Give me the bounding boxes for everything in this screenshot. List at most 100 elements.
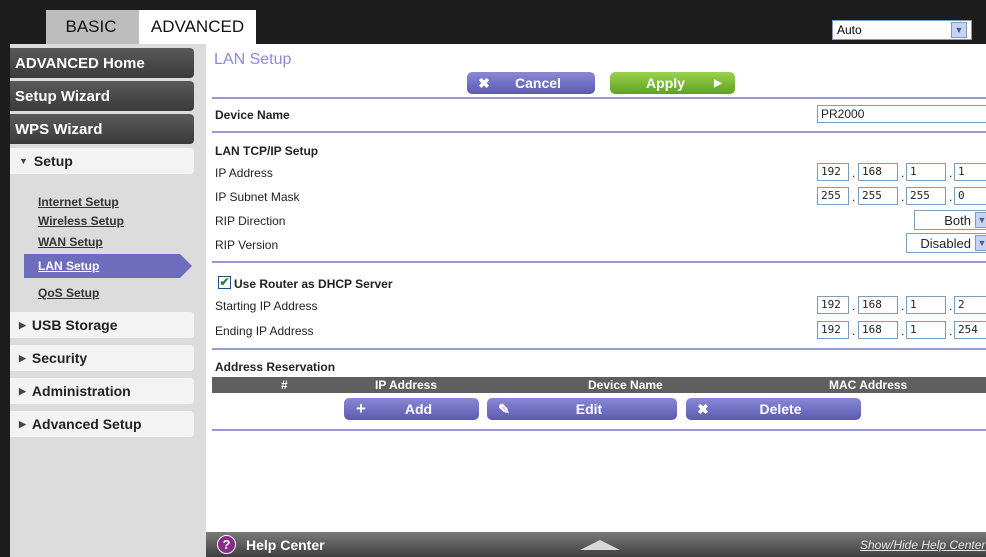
nav-security-label: Security xyxy=(31,350,88,366)
chevron-down-icon: ▼ xyxy=(975,212,986,228)
edit-button[interactable]: ✎ Edit xyxy=(487,398,677,420)
add-button-label: Add xyxy=(404,401,433,417)
column-header-mac-address: MAC Address xyxy=(829,378,908,392)
expand-arrow-icon[interactable] xyxy=(580,540,620,550)
pencil-icon: ✎ xyxy=(498,400,510,417)
starting-ip-octet-2[interactable]: 168 xyxy=(858,296,898,314)
nav-advanced-setup-label: Advanced Setup xyxy=(31,416,142,432)
starting-ip-octet-1[interactable]: 192 xyxy=(817,296,849,314)
dot-separator: . xyxy=(852,324,856,338)
nav-wan-setup[interactable]: WAN Setup xyxy=(38,235,103,249)
lan-section-title: LAN TCP/IP Setup xyxy=(215,144,319,158)
ending-ip-octet-4[interactable]: 254 xyxy=(954,321,986,339)
ending-ip-octet-1[interactable]: 192 xyxy=(817,321,849,339)
help-center-title: Help Center xyxy=(246,537,325,553)
delete-button[interactable]: ✖ Delete xyxy=(686,398,861,420)
nav-setup-label: Setup xyxy=(33,153,73,169)
nav-advanced-home[interactable]: ADVANCED Home xyxy=(10,48,194,78)
nav-setup-wizard[interactable]: Setup Wizard xyxy=(10,81,194,111)
nav-wireless-setup[interactable]: Wireless Setup xyxy=(38,214,124,228)
triangle-right-icon: ▶ xyxy=(19,319,26,330)
rip-version-select[interactable]: Disabled ▼ xyxy=(906,233,986,253)
rip-direction-select[interactable]: Both ▼ xyxy=(914,210,986,230)
dot-separator: . xyxy=(901,324,905,338)
dot-separator: . xyxy=(852,299,856,313)
nav-usb-storage[interactable]: ▶ USB Storage xyxy=(10,312,194,338)
nav-qos-setup[interactable]: QoS Setup xyxy=(38,286,99,300)
subnet-mask-octet-3[interactable]: 255 xyxy=(906,187,946,205)
page-title: LAN Setup xyxy=(214,51,292,68)
rip-direction-value: Both xyxy=(944,212,971,228)
reservation-table-header: # IP Address Device Name MAC Address xyxy=(212,377,986,393)
device-name-input[interactable]: PR2000 xyxy=(817,105,986,123)
rip-direction-label: RIP Direction xyxy=(215,214,286,228)
starting-ip-octet-4[interactable]: 2 xyxy=(954,296,986,314)
dot-separator: . xyxy=(852,190,856,204)
column-header-number: # xyxy=(281,378,288,392)
chevron-down-icon: ▼ xyxy=(951,22,967,38)
ending-ip-octet-3[interactable]: 1 xyxy=(906,321,946,339)
ending-ip-octet-2[interactable]: 168 xyxy=(858,321,898,339)
starting-ip-label: Starting IP Address xyxy=(215,299,318,313)
top-bar: BASIC ADVANCED Auto ▼ xyxy=(0,0,986,44)
nav-lan-setup[interactable]: LAN Setup xyxy=(38,259,99,273)
subnet-mask-octet-1[interactable]: 255 xyxy=(817,187,849,205)
cancel-button-label: Cancel xyxy=(515,75,561,91)
tab-advanced-label: ADVANCED xyxy=(150,17,245,36)
divider xyxy=(212,429,986,431)
cancel-button[interactable]: ✖ Cancel xyxy=(467,72,595,94)
address-reservation-title: Address Reservation xyxy=(215,360,336,374)
nav-advanced-setup[interactable]: ▶ Advanced Setup xyxy=(10,411,194,437)
divider xyxy=(212,261,986,263)
tab-basic-label: BASIC xyxy=(65,17,117,36)
rip-version-label: RIP Version xyxy=(215,238,279,252)
nav-setup[interactable]: ▼ Setup xyxy=(10,148,194,174)
nav-administration[interactable]: ▶ Administration xyxy=(10,378,194,404)
divider xyxy=(212,131,986,133)
nav-wps-wizard-label: WPS Wizard xyxy=(15,120,103,138)
arrow-right-icon: ▶ xyxy=(714,77,722,89)
ip-address-label: IP Address xyxy=(215,166,273,180)
ip-address-octet-2[interactable]: 168 xyxy=(858,163,898,181)
add-button[interactable]: + Add xyxy=(344,398,479,420)
ip-address-octet-3[interactable]: 1 xyxy=(906,163,946,181)
edit-button-label: Edit xyxy=(575,401,603,417)
nav-usb-storage-label: USB Storage xyxy=(31,317,118,333)
triangle-right-icon: ▶ xyxy=(19,385,26,396)
x-icon: ✖ xyxy=(697,400,709,417)
tab-advanced[interactable]: ADVANCED xyxy=(139,10,256,44)
language-select-value: Auto xyxy=(837,23,862,37)
triangle-down-icon: ▼ xyxy=(19,156,28,166)
nav-security[interactable]: ▶ Security xyxy=(10,345,194,371)
help-question-icon[interactable]: ? xyxy=(217,535,236,554)
x-icon: ✖ xyxy=(478,74,490,91)
column-header-device-name: Device Name xyxy=(588,378,663,392)
divider xyxy=(212,97,986,99)
dot-separator: . xyxy=(949,299,953,313)
subnet-mask-octet-4[interactable]: 0 xyxy=(954,187,986,205)
plus-icon: + xyxy=(356,399,366,418)
show-hide-help-link[interactable]: Show/Hide Help Center xyxy=(860,538,985,552)
dhcp-server-checkbox[interactable]: ✔ xyxy=(218,276,231,289)
rip-version-value: Disabled xyxy=(920,235,971,251)
dot-separator: . xyxy=(852,166,856,180)
nav-setup-wizard-label: Setup Wizard xyxy=(15,87,110,105)
column-header-ip-address: IP Address xyxy=(375,378,438,392)
nav-lan-setup-pointer xyxy=(180,254,192,278)
nav-internet-setup[interactable]: Internet Setup xyxy=(38,195,119,209)
nav-advanced-home-label: ADVANCED Home xyxy=(15,54,145,72)
ip-address-octet-4[interactable]: 1 xyxy=(954,163,986,181)
divider xyxy=(212,348,986,350)
ip-address-octet-1[interactable]: 192 xyxy=(817,163,849,181)
subnet-mask-label: IP Subnet Mask xyxy=(215,190,300,204)
apply-button[interactable]: Apply ▶ xyxy=(610,72,735,94)
nav-wps-wizard[interactable]: WPS Wizard xyxy=(10,114,194,144)
dot-separator: . xyxy=(901,299,905,313)
chevron-down-icon: ▼ xyxy=(975,235,986,251)
language-select[interactable]: Auto ▼ xyxy=(832,20,972,40)
subnet-mask-octet-2[interactable]: 255 xyxy=(858,187,898,205)
starting-ip-octet-3[interactable]: 1 xyxy=(906,296,946,314)
triangle-right-icon: ▶ xyxy=(19,418,26,429)
dot-separator: . xyxy=(901,190,905,204)
sidebar-edge xyxy=(0,44,10,557)
